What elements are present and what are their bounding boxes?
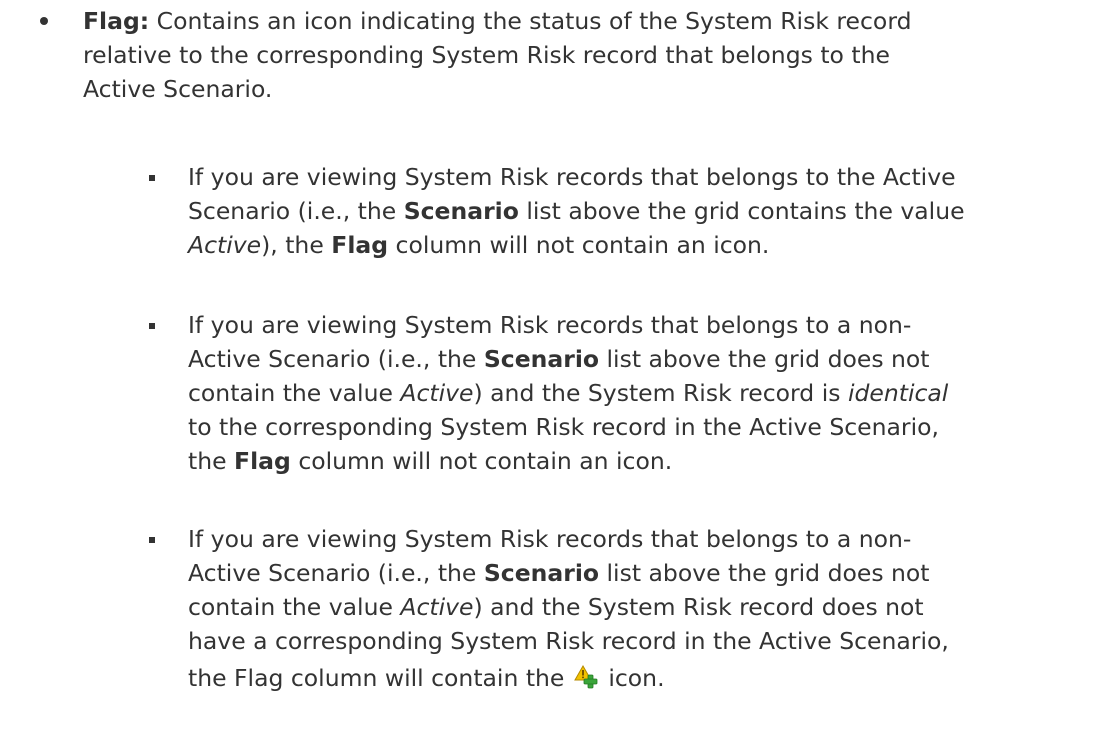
warning-add-icon xyxy=(574,665,598,689)
document-body: Flag: Contains an icon indicating the st… xyxy=(0,0,1102,748)
sub-bullet-2-text: If you are viewing System Risk records t… xyxy=(188,308,1088,478)
sub-bullet-3-text: If you are viewing System Risk records t… xyxy=(188,522,1088,695)
sub3-line-3: contain the value Active) and the System… xyxy=(188,593,924,621)
sub3-line-1: If you are viewing System Risk records t… xyxy=(188,525,912,553)
flag-term-inline: Flag xyxy=(331,231,389,259)
sub3-line-5: the Flag column will contain the icon. xyxy=(188,664,665,692)
flag-line-3: Active Scenario. xyxy=(83,75,273,103)
sub2-line-4: to the corresponding System Risk record … xyxy=(188,413,939,441)
flag-line-1-text: Contains an icon indicating the status o… xyxy=(149,7,912,35)
sub-bullet-square xyxy=(149,175,155,181)
sub1-line-2: Scenario (i.e., the Scenario list above … xyxy=(188,197,965,225)
flag-line-2: relative to the corresponding System Ris… xyxy=(83,41,890,69)
sub1-line-3: Active), the Flag column will not contai… xyxy=(188,231,770,259)
sub-bullet-square xyxy=(149,323,155,329)
sub2-line-5: the Flag column will not contain an icon… xyxy=(188,447,673,475)
flag-term: Flag: xyxy=(83,7,150,35)
active-term: Active xyxy=(188,231,262,259)
sub2-line-3: contain the value Active) and the System… xyxy=(188,379,949,407)
sub-bullet-square xyxy=(149,537,155,543)
sub2-line-1: If you are viewing System Risk records t… xyxy=(188,311,912,339)
sub2-line-2: Active Scenario (i.e., the Scenario list… xyxy=(188,345,930,373)
flag-term-inline: Flag xyxy=(234,447,291,475)
identical-term: identical xyxy=(847,379,949,407)
sub3-line-4: have a corresponding System Risk record … xyxy=(188,627,949,655)
active-term: Active xyxy=(400,379,474,407)
scenario-term: Scenario xyxy=(483,559,600,587)
sub-bullet-1-text: If you are viewing System Risk records t… xyxy=(188,160,1088,262)
flag-description: Flag: Contains an icon indicating the st… xyxy=(83,4,1083,106)
sub3-line-2: Active Scenario (i.e., the Scenario list… xyxy=(188,559,930,587)
flag-line-1: Flag: Contains an icon indicating the st… xyxy=(83,4,1083,38)
sub1-line-1: If you are viewing System Risk records t… xyxy=(188,163,956,191)
scenario-term: Scenario xyxy=(483,345,600,373)
active-term: Active xyxy=(400,593,474,621)
bullet-dot xyxy=(40,17,48,25)
scenario-term: Scenario xyxy=(403,197,519,225)
